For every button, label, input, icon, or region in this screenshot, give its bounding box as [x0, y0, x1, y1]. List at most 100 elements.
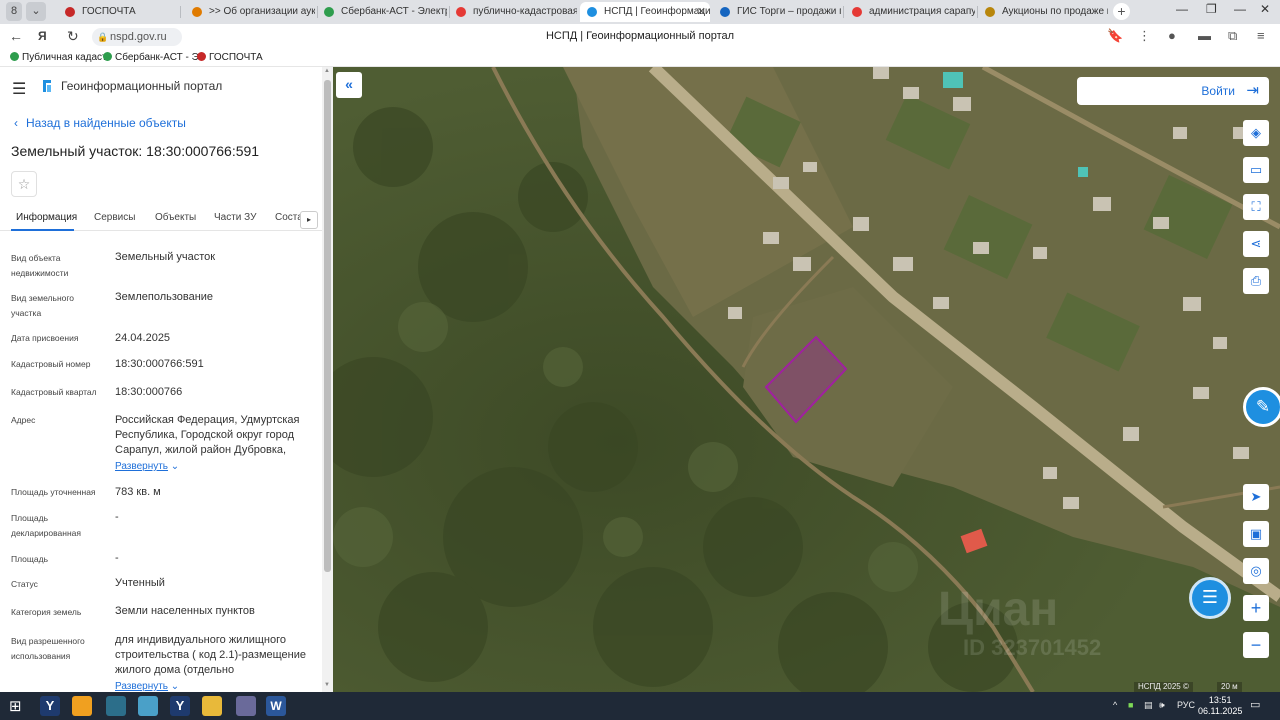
browser-tab[interactable]: Аукционы по продаже пр — [978, 2, 1108, 22]
page-title: НСПД | Геоинформационный портал — [545, 30, 735, 42]
new-tab-button[interactable]: + — [1113, 3, 1130, 20]
profile-icon[interactable]: ● — [1168, 28, 1176, 43]
field-value: 18:30:000766 — [115, 386, 183, 398]
app-icon[interactable] — [106, 696, 126, 716]
tab-label: Аукционы по продаже пр — [1002, 6, 1108, 17]
field-label: Площадь уточненная — [11, 487, 96, 497]
field-label: Вид объекта недвижимости — [11, 253, 69, 278]
extensions-icon[interactable]: ⧉ — [1228, 28, 1237, 44]
yandex-browser-icon[interactable]: Y — [40, 696, 60, 716]
downloads-icon[interactable]: ▬ — [1198, 28, 1211, 43]
field-label: Категория земель — [11, 607, 82, 617]
minimize-window-icon[interactable]: — — [1234, 2, 1246, 16]
panel-scroll-thumb[interactable] — [324, 80, 331, 572]
support-button[interactable]: ✎ — [1243, 387, 1280, 427]
geolocation-button[interactable]: ◎ — [1243, 558, 1269, 584]
browser-tab[interactable]: ГОСПОЧТА — [58, 2, 178, 22]
menu-icon[interactable]: ≡ — [1257, 28, 1265, 43]
zoom-out-button[interactable]: − — [1243, 632, 1269, 658]
system-clock[interactable]: 13:51 06.11.2025 — [1198, 695, 1242, 717]
print-button[interactable]: ⎙ — [1243, 268, 1269, 294]
expand-use-link[interactable]: Развернуть ⌄ — [115, 681, 179, 692]
zoom-in-button[interactable]: + — [1243, 595, 1269, 621]
layers-button[interactable]: ◈ — [1243, 120, 1269, 146]
folder-icon[interactable] — [202, 696, 222, 716]
share-button[interactable]: ⋖ — [1243, 231, 1269, 257]
expand-address-link[interactable]: Развернуть ⌄ — [115, 461, 179, 472]
browser-tab[interactable]: Сбербанк-АСТ - Электрон — [317, 2, 447, 22]
browser-tab[interactable]: публично-кадастровая к — [449, 2, 577, 22]
tab-counter-button[interactable]: 8 — [6, 2, 22, 21]
address-bar: ← Я ↻ 🔒 nspd.gov.ru НСПД | Геоинформацио… — [0, 24, 1280, 50]
minimize-icon[interactable]: — — [1176, 2, 1188, 16]
measure-button[interactable]: ▭ — [1243, 157, 1269, 183]
keyboard-language[interactable]: РУС — [1177, 700, 1195, 710]
permitted-use-value: для индивидуального жилищного строительс… — [115, 634, 307, 676]
collapse-panel-button[interactable]: « — [336, 72, 362, 98]
tab-list-chevron-icon[interactable]: ⌄ — [26, 2, 46, 21]
ruler-icon: ▭ — [1249, 162, 1263, 177]
close-window-icon[interactable]: ✕ — [1260, 2, 1270, 16]
more-icon[interactable]: ⋮ — [1138, 28, 1151, 44]
yandex-browser-active-icon[interactable]: Y — [170, 696, 190, 716]
info-tabs: Информация Сервисы Объекты Части ЗУ Сост… — [0, 207, 322, 231]
back-to-results-link[interactable]: ‹ Назад в найденные объекты — [14, 116, 186, 130]
explorer-app-icon[interactable] — [72, 696, 92, 716]
scroll-down-icon[interactable]: ▼ — [324, 682, 330, 688]
bookmark-icon[interactable]: 🔖 — [1107, 28, 1123, 44]
chat-button[interactable]: ☰ — [1189, 577, 1231, 619]
select-area-button[interactable]: ⛶ — [1243, 194, 1269, 220]
nspd-icon — [587, 7, 597, 17]
tab-composition[interactable]: Соста — [275, 212, 303, 223]
bookmark-item[interactable]: Публичная кадаст — [10, 52, 107, 63]
field-label: Кадастровый квартал — [11, 387, 97, 397]
locate-button[interactable]: ➤ — [1243, 484, 1269, 510]
navigation-arrow-icon: ➤ — [1250, 489, 1262, 504]
login-button[interactable]: Войти ⇥ — [1077, 77, 1269, 105]
sberbank-icon — [103, 52, 112, 61]
minimap-icon: ▣ — [1249, 526, 1263, 541]
bookmark-item[interactable]: Сбербанк-АСТ - Э — [103, 52, 199, 63]
tab-information[interactable]: Информация — [16, 212, 77, 223]
restore-icon[interactable]: ❐ — [1206, 2, 1217, 16]
tab-services[interactable]: Сервисы — [94, 212, 135, 223]
tab-label: администрация сарапуль — [869, 6, 975, 17]
tray-app-icon[interactable]: ■ — [1128, 700, 1133, 710]
share-icon: ⋖ — [1250, 236, 1262, 251]
volume-icon[interactable]: 🕪 — [1159, 700, 1165, 711]
tab-parts[interactable]: Части ЗУ — [214, 212, 256, 223]
tabs-next-button[interactable]: ▸ — [300, 211, 318, 229]
browser-tab[interactable]: администрация сарапуль — [845, 2, 975, 22]
scroll-up-icon[interactable]: ▲ — [324, 68, 330, 74]
word-icon[interactable]: W — [266, 696, 286, 716]
app-icon[interactable] — [138, 696, 158, 716]
tab-label: НСПД | Геоинформацио — [604, 6, 710, 17]
tab-label: публично-кадастровая к — [473, 6, 577, 17]
windows-taskbar: ⊞ Y Y W ^ ■ ▤ 🕪 РУС 13:51 06.11.2025 ▭ — [0, 692, 1280, 720]
browser-tab[interactable]: НСПД | Геоинформацио ✕ — [580, 2, 710, 22]
tab-objects[interactable]: Объекты — [155, 212, 196, 223]
print-icon: ⎙ — [1250, 273, 1262, 288]
field-label: Вид земельного участка — [11, 293, 75, 318]
satellite-map[interactable]: Циан ID 323701452 « Войти ⇥ ◈ ▭ ⛶ ⋖ ⎙ ✎ … — [333, 67, 1280, 692]
map-attribution: НСПД 2025 © — [1134, 682, 1193, 692]
active-tab-indicator — [11, 229, 74, 231]
browser-tab[interactable]: ГИС Торги – продажи гос — [713, 2, 841, 22]
watermark: Циан — [938, 583, 1059, 636]
hamburger-menu-icon[interactable]: ☰ — [12, 79, 26, 99]
close-tab-icon[interactable]: ✕ — [697, 2, 706, 22]
notifications-icon[interactable]: ▭ — [1250, 698, 1260, 711]
tray-chevron-icon[interactable]: ^ — [1113, 700, 1117, 710]
app-icon[interactable] — [236, 696, 256, 716]
windows-start-icon[interactable]: ⊞ — [9, 697, 22, 715]
minimap-button[interactable]: ▣ — [1243, 521, 1269, 547]
bookmark-item[interactable]: ГОСПОЧТА — [197, 52, 263, 63]
field-value: Земли населенных пунктов — [115, 605, 255, 617]
browser-tab[interactable]: >> Об организации аукцио — [185, 2, 315, 22]
favorite-star-button[interactable]: ☆ — [11, 171, 37, 197]
address-value: Российская Федерация, Удмуртская Республ… — [115, 414, 300, 456]
tab-label: ГОСПОЧТА — [82, 6, 136, 17]
tab-label: ГИС Торги – продажи гос — [737, 6, 841, 17]
field-value: - — [115, 552, 119, 564]
tray-app-icon[interactable]: ▤ — [1144, 700, 1153, 711]
